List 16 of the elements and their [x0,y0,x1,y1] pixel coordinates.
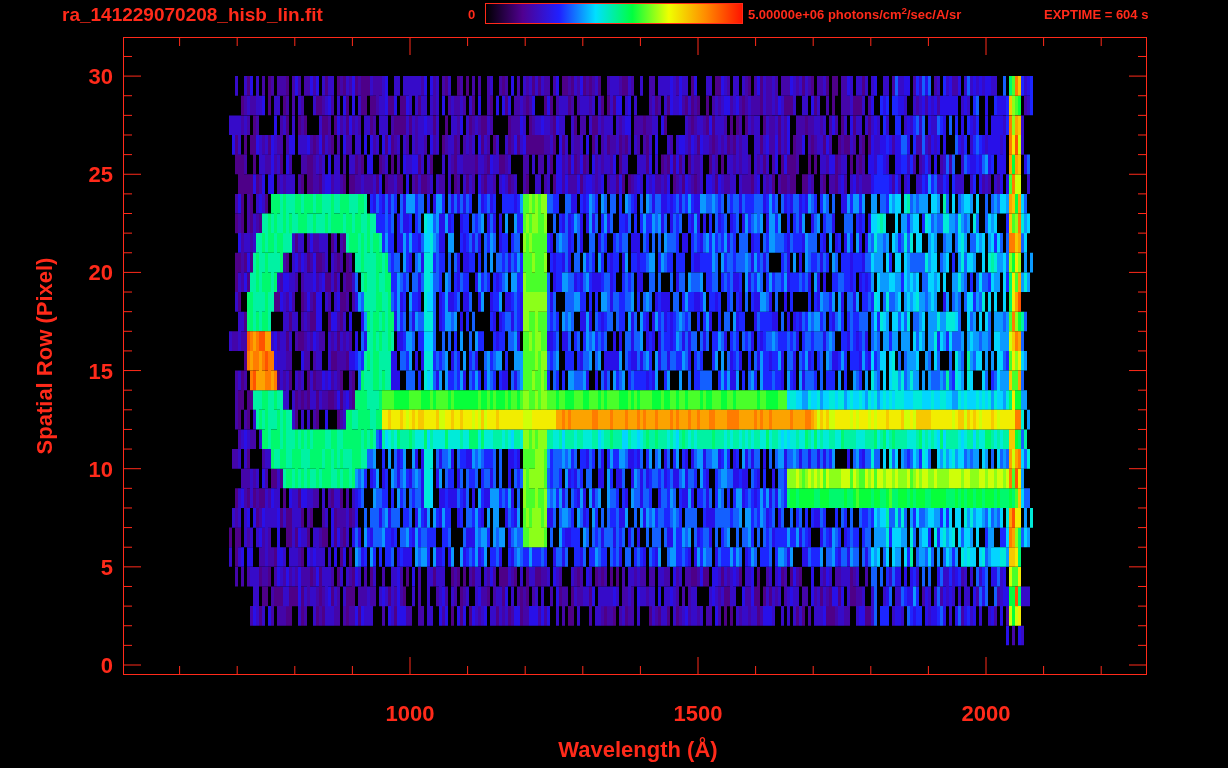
exposure-time: EXPTIME = 604 s [1044,6,1149,24]
axis-tick-label: 1000 [385,701,435,726]
axis-tick-label: 0 [100,653,113,678]
axis-tick-label: 5 [100,554,113,580]
axis-tick-label: 20 [88,260,113,286]
axis-tick-label: 25 [88,162,113,188]
axis-tick-label: 1500 [673,701,723,726]
x-axis-title: Wavelength (Å) [558,737,718,762]
colorbar-max-label: 5.00000e+06 photons/cm$^{2}$/sec/A/sr [748,4,963,24]
y-axis-title: Spatial Row (Pixel) [32,257,57,455]
axis-tick-label: 30 [88,64,113,90]
axis-tick-label: 2000 [961,701,1011,726]
axis-tick-label: 10 [88,456,113,482]
file-title: ra_141229070208_hisb_lin.fit [62,3,324,27]
axis-tick-label: 15 [88,358,113,384]
colorbar-min-label: 0 [468,6,477,24]
